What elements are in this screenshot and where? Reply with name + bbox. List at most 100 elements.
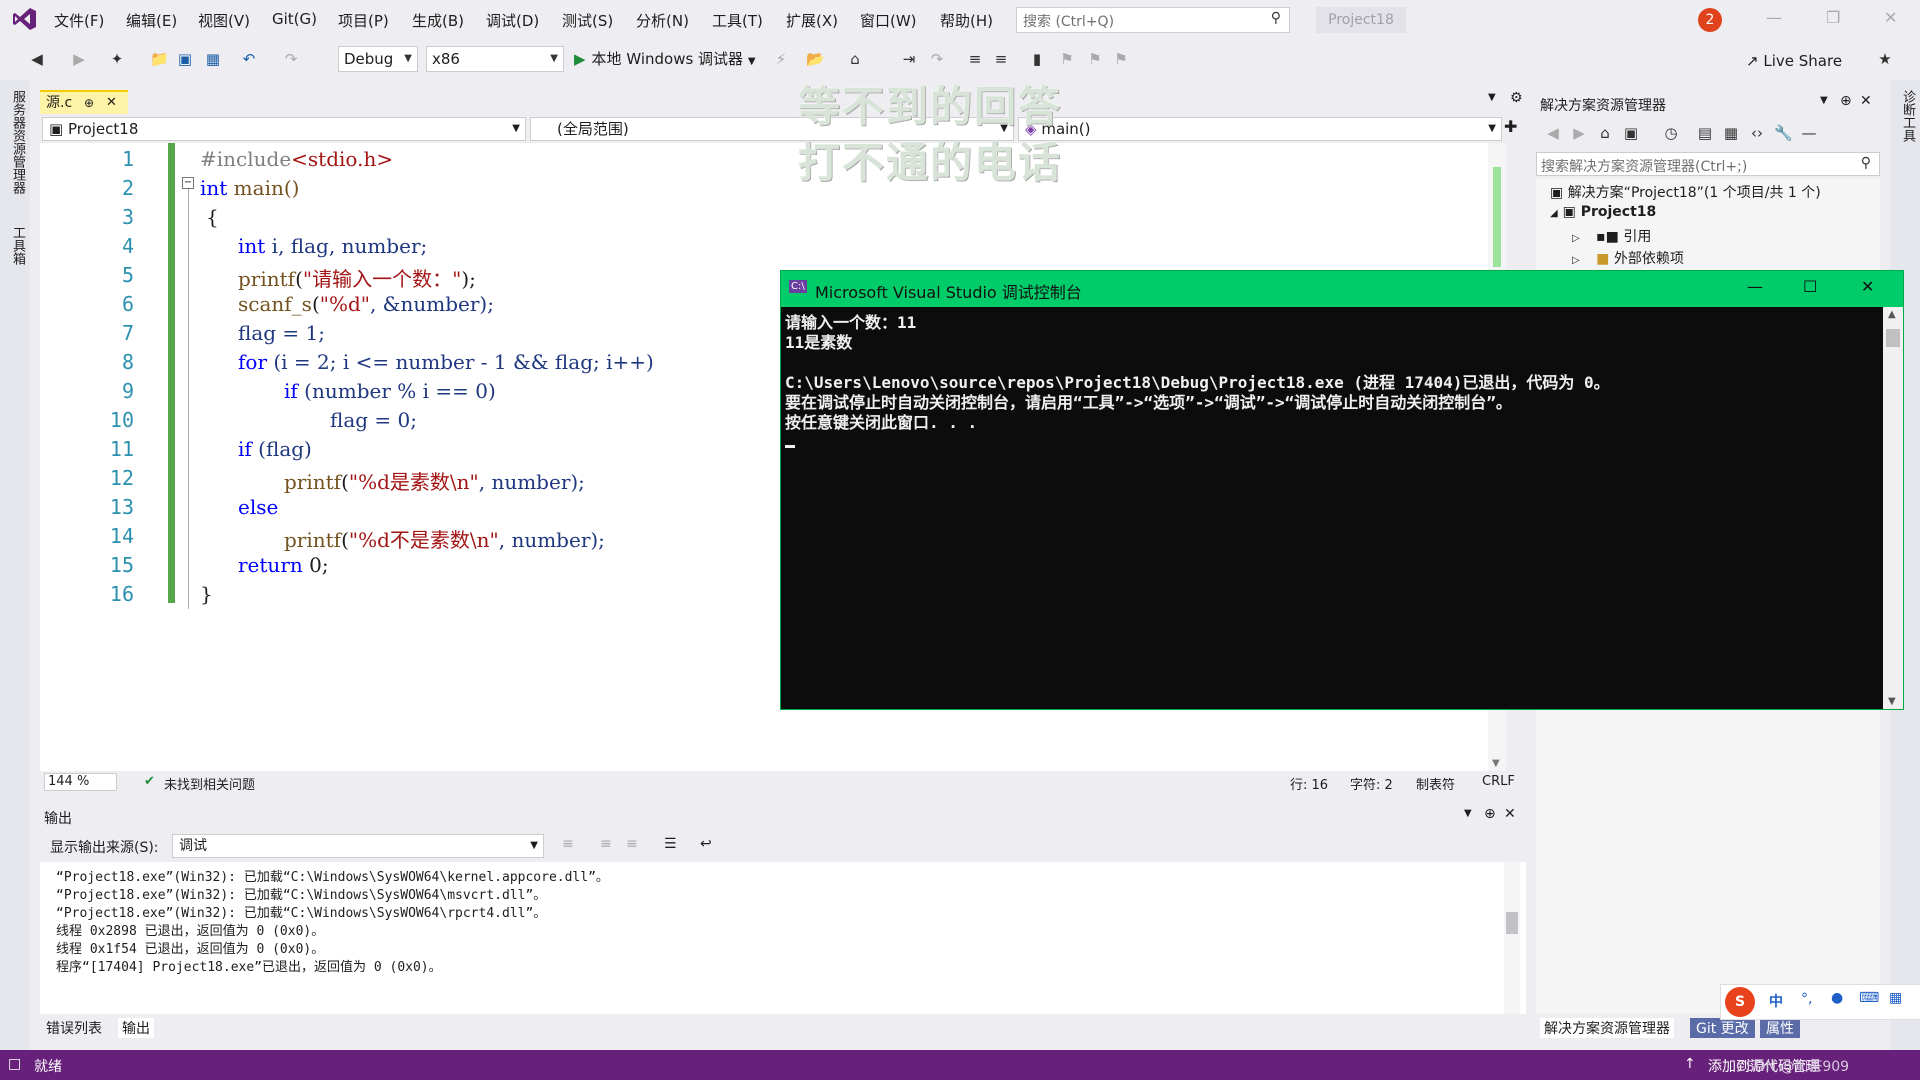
tab-git-changes[interactable]: Git 更改 <box>1690 1018 1755 1038</box>
tab-dropdown-icon[interactable]: ▼ <box>1488 92 1496 103</box>
menu-window[interactable]: 窗口(W) <box>860 10 917 31</box>
tree-item-references[interactable]: ▷ ▪■ 引用 <box>1572 226 1651 246</box>
minimize-icon[interactable]: — <box>1747 277 1763 296</box>
panel-dropdown-icon[interactable]: ▼ <box>1820 95 1828 106</box>
feedback-icon[interactable]: ★ <box>1876 50 1894 68</box>
menu-git[interactable]: Git(G) <box>272 10 317 28</box>
save-icon[interactable]: ▣ <box>176 50 194 68</box>
tab-solution-explorer[interactable]: 解决方案资源管理器 <box>1540 1018 1674 1038</box>
prev-bookmark-icon[interactable]: ⚑ <box>1058 50 1076 68</box>
menu-edit[interactable]: 编辑(E) <box>126 10 177 31</box>
scroll-up-icon[interactable]: ▲ <box>1888 309 1896 320</box>
scroll-down-icon[interactable]: ▼ <box>1492 758 1500 769</box>
menu-tools[interactable]: 工具(T) <box>712 10 763 31</box>
menu-project[interactable]: 项目(P) <box>338 10 389 31</box>
line-position[interactable]: 行: 16 <box>1290 774 1328 793</box>
close-icon[interactable]: ✕ <box>1884 8 1897 27</box>
next-bookmark-icon[interactable]: ⚑ <box>1086 50 1104 68</box>
menu-file[interactable]: 文件(F) <box>54 10 104 31</box>
home-icon[interactable]: ⌂ <box>1596 124 1614 142</box>
zoom-select[interactable]: 144 % <box>44 773 117 791</box>
prev-message-icon[interactable]: ≡ <box>600 836 612 852</box>
member-nav-select[interactable]: ◈ main() ▼ <box>1018 117 1502 141</box>
minimize-icon[interactable]: — <box>1766 8 1782 27</box>
live-share-button[interactable]: ↗ Live Share <box>1746 48 1842 74</box>
close-tab-icon[interactable]: ✕ <box>106 92 117 114</box>
ime-language[interactable]: 中 <box>1769 991 1783 1011</box>
indent-mode[interactable]: 制表符 <box>1416 774 1455 793</box>
forward-icon[interactable]: ▶ <box>1570 124 1588 142</box>
close-icon[interactable]: ✕ <box>1504 806 1516 822</box>
show-all-files-icon[interactable]: ▦ <box>1722 124 1740 142</box>
close-icon[interactable]: ✕ <box>1860 93 1872 109</box>
debug-console-window[interactable]: C:\ Microsoft Visual Studio 调试控制台 — ☐ ✕ … <box>780 270 1904 710</box>
bookmark-icon[interactable]: ▮ <box>1028 50 1046 68</box>
output-source-select[interactable]: 调试 ▼ <box>172 834 544 858</box>
scroll-thumb[interactable] <box>1493 167 1501 267</box>
switch-views-icon[interactable]: ▣ <box>1622 124 1640 142</box>
scroll-thumb[interactable] <box>1506 912 1518 934</box>
outdent-icon[interactable]: ≡ <box>992 50 1010 68</box>
sogou-logo-icon[interactable]: S <box>1725 987 1755 1017</box>
tab-properties[interactable]: 属性 <box>1760 1018 1800 1038</box>
indent-icon[interactable]: ≡ <box>966 50 984 68</box>
tree-item-external-deps[interactable]: ▷ ■ 外部依赖项 <box>1572 248 1684 268</box>
find-message-icon[interactable]: ≡ <box>562 836 574 852</box>
output-text-area[interactable]: “Project18.exe”(Win32): 已加载“C:\Windows\S… <box>40 862 1526 1014</box>
back-icon[interactable]: ◀ <box>28 50 46 68</box>
new-item-icon[interactable]: ✦ <box>108 50 126 68</box>
close-icon[interactable]: ✕ <box>1861 277 1874 296</box>
microphone-icon[interactable]: ● <box>1831 990 1843 1006</box>
browse-folder-icon[interactable]: 📂 <box>806 50 825 68</box>
vs-logo-icon[interactable] <box>12 6 38 32</box>
config-select[interactable]: Debug ▼ <box>338 46 418 72</box>
project-nav-select[interactable]: ▣ Project18 ▼ <box>42 117 526 141</box>
tree-item-solution[interactable]: ▣ 解决方案“Project18”(1 个项目/共 1 个) <box>1550 182 1821 202</box>
toolbox-tab[interactable]: 工具箱 <box>8 226 27 265</box>
next-message-icon[interactable]: ≡ <box>626 836 638 852</box>
tab-error-list[interactable]: 错误列表 <box>46 1018 102 1038</box>
char-position[interactable]: 字符: 2 <box>1350 774 1393 793</box>
tree-item-project[interactable]: ◢ ▣ Project18 <box>1550 204 1656 220</box>
console-output[interactable]: 请输入一个数：11 11是素数 C:\Users\Lenovo\source\r… <box>781 307 1883 709</box>
keyboard-icon[interactable]: ⌨ <box>1859 990 1879 1006</box>
toolbox-icon[interactable]: ▦ <box>1889 990 1902 1006</box>
open-folder-icon[interactable]: 📁 <box>150 50 169 68</box>
output-scrollbar[interactable] <box>1504 862 1520 1014</box>
word-wrap-icon[interactable]: ↩ <box>700 836 712 852</box>
step-icon[interactable]: ⇥ <box>900 50 918 68</box>
split-icon[interactable]: ✚ <box>1504 117 1517 136</box>
clear-bookmark-icon[interactable]: ⚑ <box>1112 50 1130 68</box>
menu-debug[interactable]: 调试(D) <box>486 10 539 31</box>
pin-icon[interactable]: ⊕ <box>1484 806 1496 822</box>
issues-status[interactable]: 未找到相关问题 <box>164 774 255 793</box>
menu-view[interactable]: 视图(V) <box>198 10 250 31</box>
clear-all-icon[interactable]: ☰ <box>664 836 677 852</box>
scroll-down-icon[interactable]: ▼ <box>1888 696 1896 707</box>
forward-icon[interactable]: ▶ <box>70 50 88 68</box>
pin-icon[interactable]: ⊕ <box>1840 93 1852 109</box>
restore-icon[interactable]: ❐ <box>1826 8 1840 27</box>
server-explorer-tab[interactable]: 服务器资源管理器 <box>8 90 27 194</box>
settings-icon[interactable]: ⚙ <box>1510 90 1523 106</box>
menu-extensions[interactable]: 扩展(X) <box>786 10 838 31</box>
collapse-icon[interactable]: − <box>182 177 194 189</box>
save-all-icon[interactable]: ▦ <box>204 50 222 68</box>
tab-output[interactable]: 输出 <box>118 1018 154 1038</box>
punctuation-icon[interactable]: °, <box>1801 991 1812 1007</box>
platform-select[interactable]: x86 ▼ <box>426 46 564 72</box>
view-code-icon[interactable]: ‹› <box>1748 124 1766 142</box>
editor-tab-source[interactable]: 源.c ⊕ ✕ <box>40 90 128 114</box>
menu-test[interactable]: 测试(S) <box>562 10 613 31</box>
notification-badge[interactable]: 2 <box>1698 8 1722 32</box>
history-icon[interactable]: ◷ <box>1662 124 1680 142</box>
minus-icon[interactable]: — <box>1800 124 1818 142</box>
pin-icon[interactable]: ⊕ <box>84 92 94 114</box>
step-over-icon[interactable]: ↷ <box>928 50 946 68</box>
menu-analyze[interactable]: 分析(N) <box>636 10 689 31</box>
solution-search-input[interactable]: 搜索解决方案资源管理器(Ctrl+;) ⚲ <box>1536 152 1880 176</box>
diagnostic-tools-tab[interactable]: 诊断工具 <box>1898 90 1917 142</box>
console-title-bar[interactable]: C:\ Microsoft Visual Studio 调试控制台 — ☐ ✕ <box>781 271 1903 307</box>
maximize-icon[interactable]: ☐ <box>1803 277 1817 296</box>
menu-build[interactable]: 生成(B) <box>412 10 464 31</box>
